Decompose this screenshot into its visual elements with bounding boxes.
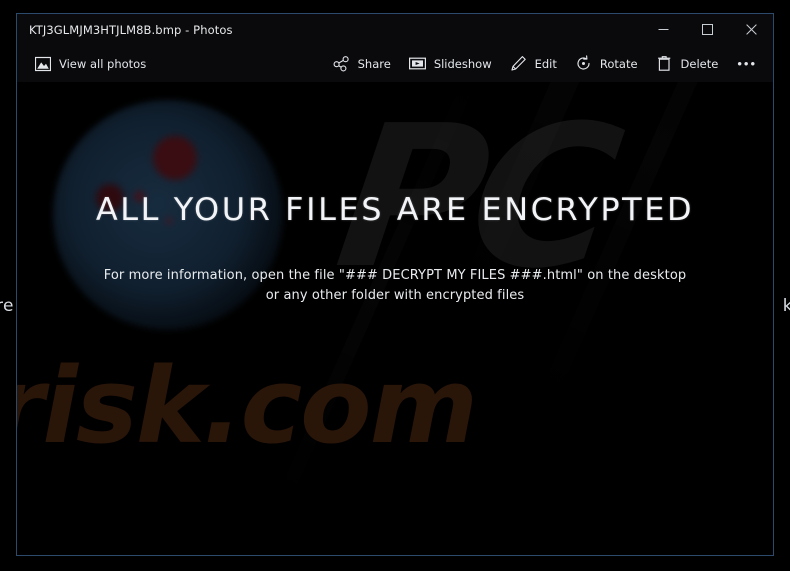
maximize-icon <box>701 24 713 35</box>
ransom-note-body-line-2: or any other folder with encrypted files <box>265 288 525 303</box>
edit-button[interactable]: Edit <box>501 48 566 79</box>
rotate-icon <box>575 55 593 73</box>
window-title: KTJ3GLMJM3HTJLM8B.bmp - Photos <box>29 22 233 37</box>
photo-icon <box>34 55 52 73</box>
red-spot-1 <box>153 136 197 180</box>
pencil-icon <box>510 55 528 73</box>
command-bar: View all photos Share Slideshow Edit Rot… <box>17 45 773 82</box>
pcrisk-domain-watermark: risk.com <box>17 345 478 467</box>
minimize-icon <box>658 24 669 35</box>
slideshow-button[interactable]: Slideshow <box>400 48 501 79</box>
image-viewport[interactable]: PC risk.com ALL YOUR FILES ARE ENCRYPTED… <box>17 82 773 555</box>
desktop-text-fragment-right: k <box>782 296 790 316</box>
edit-label: Edit <box>534 56 557 71</box>
maximize-button[interactable] <box>685 14 729 45</box>
close-button[interactable] <box>729 14 773 45</box>
view-all-photos-button[interactable]: View all photos <box>25 48 155 79</box>
share-button[interactable]: Share <box>324 48 400 79</box>
trash-icon <box>656 55 674 73</box>
delete-button[interactable]: Delete <box>647 48 728 79</box>
close-icon <box>745 24 757 35</box>
desktop-text-fragment-left: re <box>0 296 14 316</box>
ransom-note-body: For more information, open the file "###… <box>17 266 773 306</box>
share-icon <box>333 55 351 73</box>
desktop-background: re k KTJ3GLMJM3HTJLM8B.bmp - Photos <box>0 0 790 571</box>
window-controls <box>641 14 773 45</box>
minimize-button[interactable] <box>641 14 685 45</box>
slideshow-label: Slideshow <box>433 56 492 71</box>
rotate-label: Rotate <box>599 56 638 71</box>
ransom-note-heading: ALL YOUR FILES ARE ENCRYPTED <box>95 192 695 228</box>
ransom-note-body-line-1: For more information, open the file "###… <box>103 268 687 283</box>
rotate-button[interactable]: Rotate <box>566 48 647 79</box>
delete-label: Delete <box>680 56 719 71</box>
more-options-button[interactable]: ••• <box>727 56 767 71</box>
command-bar-actions: Share Slideshow Edit Rotate Delete ••• <box>324 48 767 79</box>
window-titlebar[interactable]: KTJ3GLMJM3HTJLM8B.bmp - Photos <box>17 14 773 45</box>
share-label: Share <box>357 56 391 71</box>
view-all-photos-label: View all photos <box>59 56 147 71</box>
photos-window: KTJ3GLMJM3HTJLM8B.bmp - Photos View all … <box>16 13 774 556</box>
slideshow-icon <box>409 55 427 73</box>
